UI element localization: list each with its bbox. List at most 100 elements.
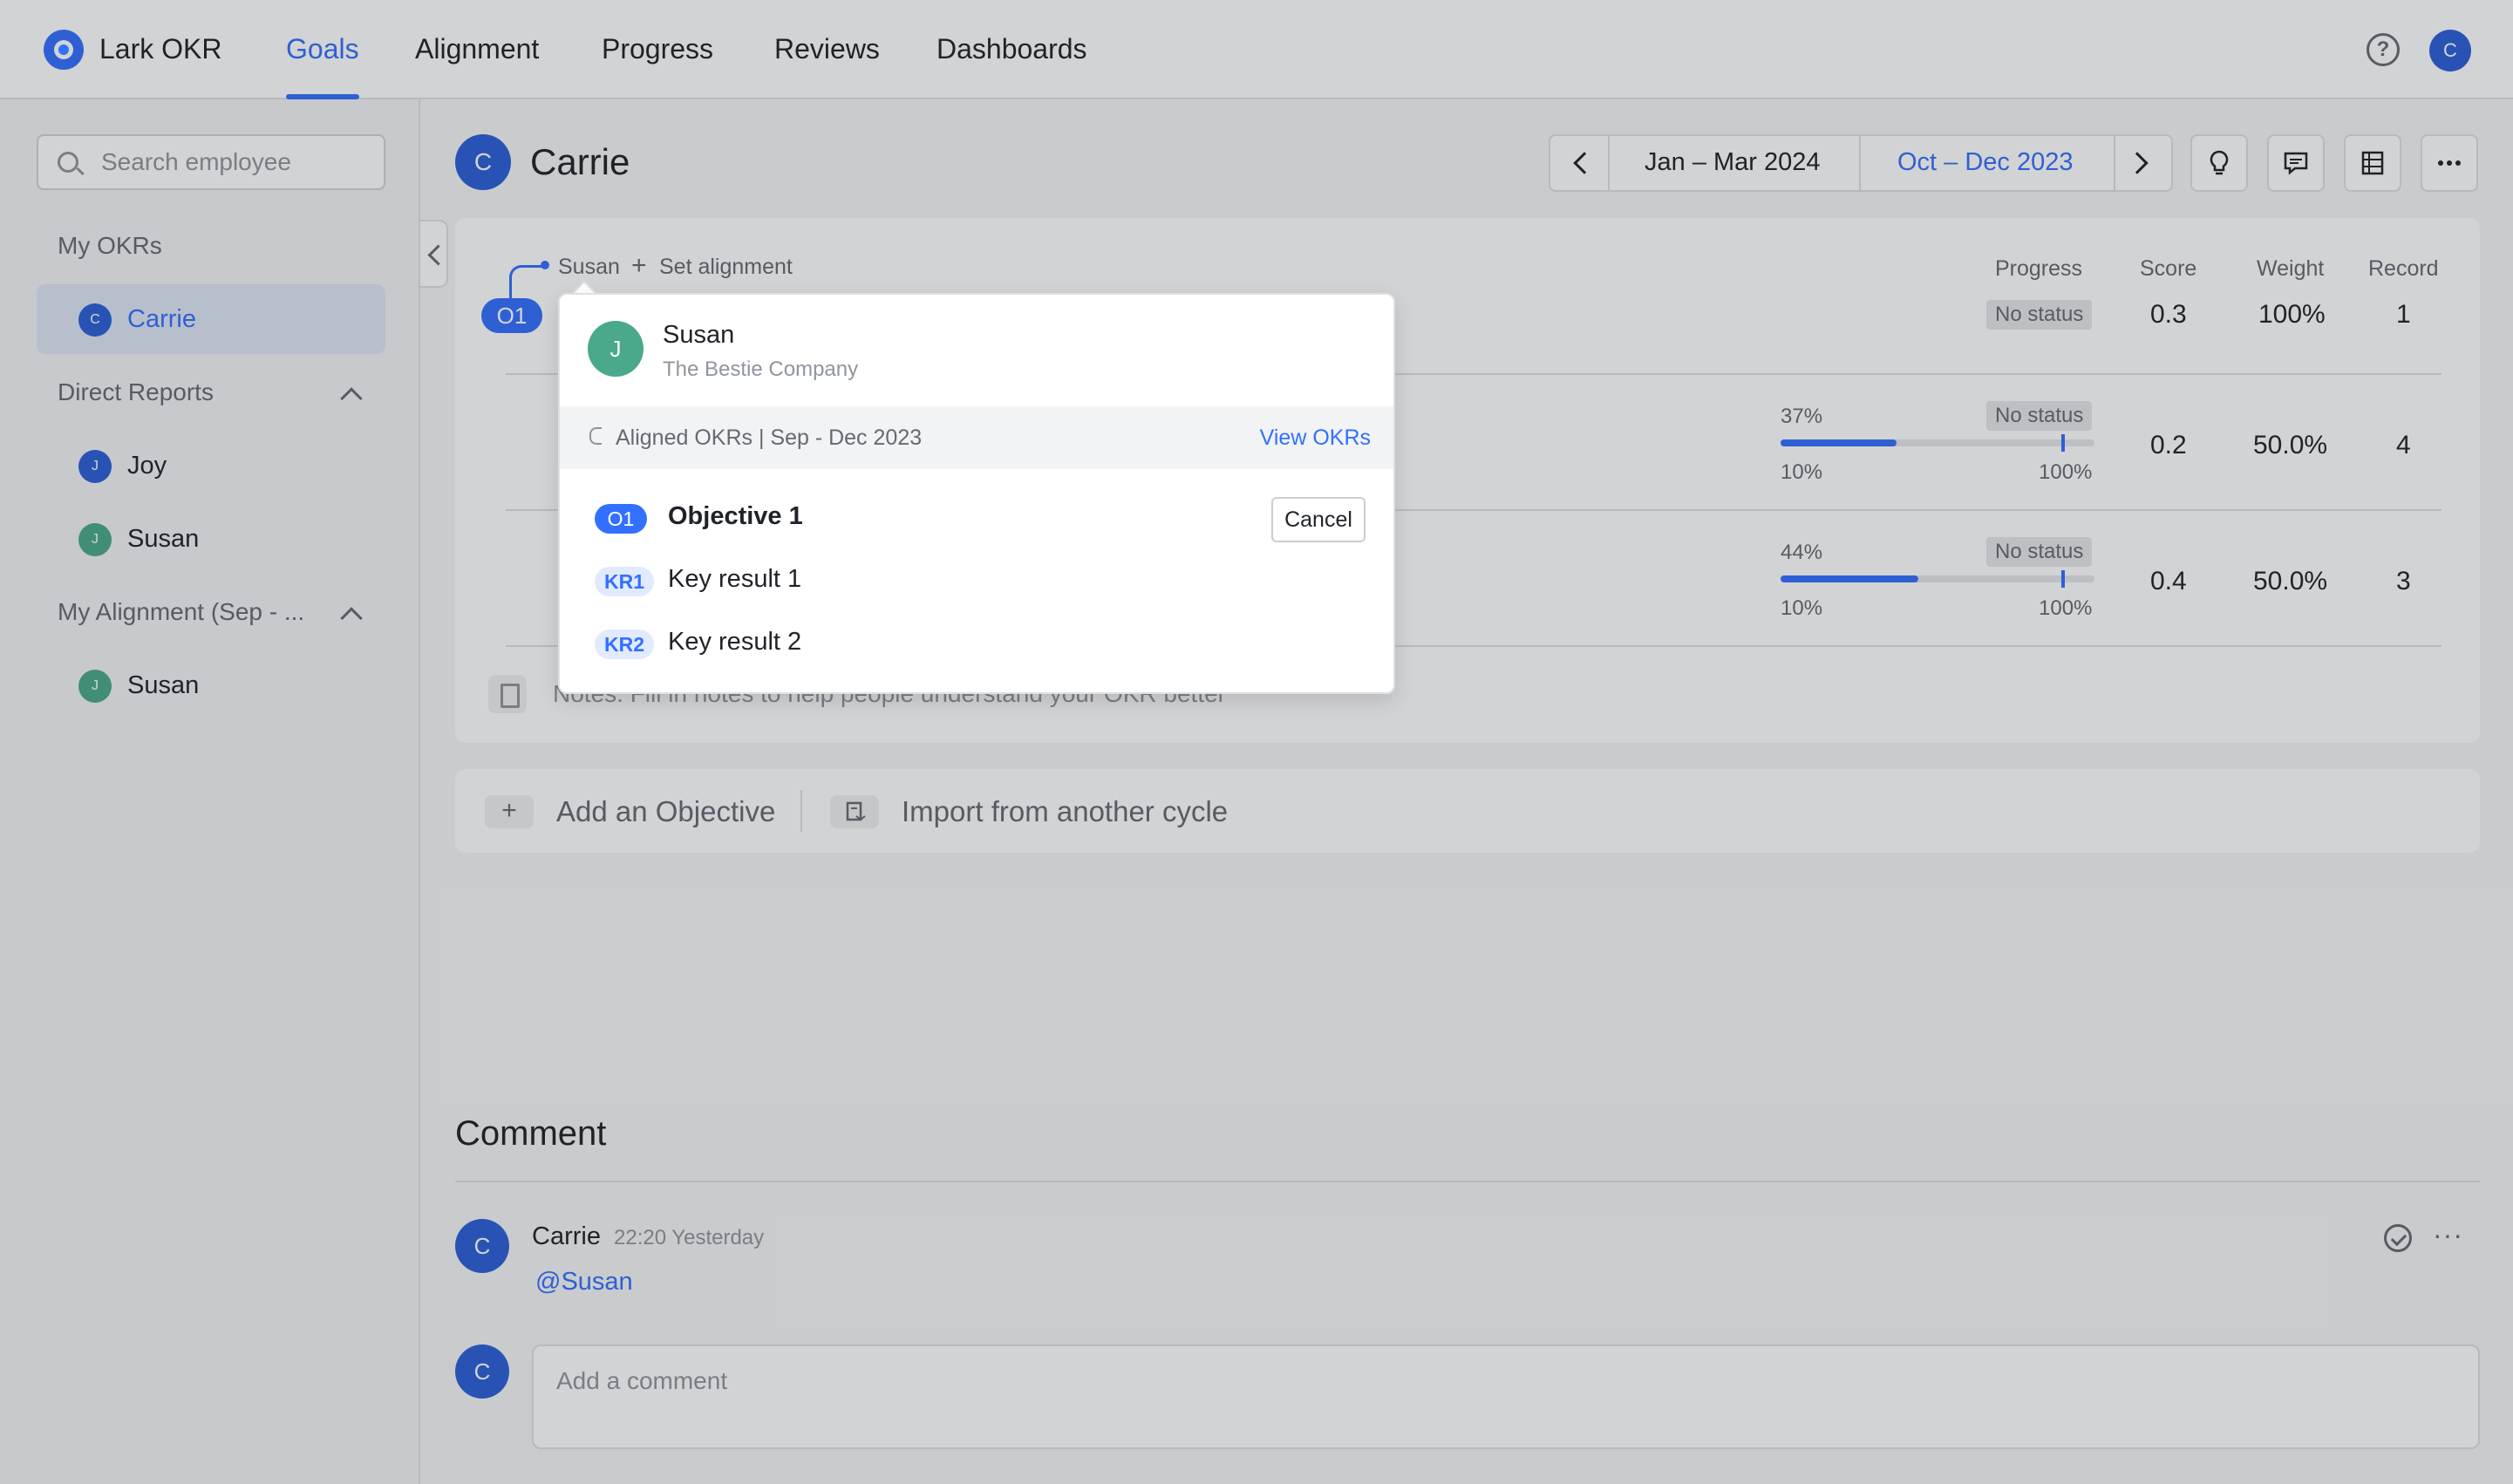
avatar: J [78,670,112,703]
avatar: C [455,1219,509,1273]
search-input[interactable] [99,145,378,180]
add-objective-button[interactable]: Add an Objective [556,795,775,828]
user-avatar[interactable]: C [2429,30,2471,71]
help-icon[interactable]: ? [2367,33,2400,66]
sidebar-item-susan[interactable]: J Susan [37,504,385,574]
progress-min: 10% [1781,596,1823,620]
column-score: Score [2140,256,2197,281]
period-selected[interactable]: Oct – Dec 2023 [1897,148,2074,177]
avatar: J [78,523,112,556]
page-title: Carrie [530,141,630,182]
sidebar-item-label: Carrie [127,305,196,333]
plus-icon: + [631,251,647,280]
lightbulb-button[interactable] [2190,134,2248,192]
record-value[interactable]: 1 [2396,300,2411,330]
my-okrs-heading: My OKRs [58,232,162,259]
status-badge[interactable]: No status [1986,401,2093,431]
alignment-popover: J Susan The Bestie Company Aligned OKRs … [558,293,1395,694]
objective-badge: O1 [595,504,647,534]
collapse-sidebar-button[interactable] [420,220,448,288]
popover-company: The Bestie Company [663,357,859,381]
key-result-badge: KR1 [595,567,654,596]
avatar: J [78,450,112,483]
sidebar-item-susan-alignment[interactable]: J Susan [37,650,385,720]
status-badge[interactable]: No status [1986,537,2093,567]
import-cycle-button[interactable]: Import from another cycle [902,795,1228,828]
sidebar-item-joy[interactable]: J Joy [37,431,385,500]
popover-key-result[interactable]: Key result 2 [668,628,801,657]
direct-reports-heading[interactable]: Direct Reports [58,378,214,406]
chat-icon [2284,152,2308,175]
comment-mention[interactable]: @Susan [535,1268,633,1297]
record-value[interactable]: 4 [2396,431,2411,460]
avatar: C [455,1344,509,1399]
align-icon [589,427,602,445]
table-icon [2361,151,2384,175]
search-icon [58,152,78,173]
alignment-connector [509,265,546,300]
tab-alignment[interactable]: Alignment [415,33,539,65]
comment-time: 22:20 Yesterday [614,1226,765,1249]
tab-reviews[interactable]: Reviews [774,33,880,65]
column-progress: Progress [1995,256,2083,281]
plus-icon: + [485,795,534,828]
record-value[interactable]: 3 [2396,567,2411,596]
progress-max: 100% [2039,460,2093,484]
weight-value: 50.0% [2253,431,2328,459]
avatar: J [588,321,644,377]
comment-input[interactable] [555,1365,2455,1426]
progress-min: 10% [1781,460,1823,484]
tab-dashboards[interactable]: Dashboards [936,33,1087,65]
comment-heading: Comment [455,1114,607,1153]
import-icon [830,795,879,828]
sidebar-item-label: Susan [127,671,200,699]
popover-objective[interactable]: Objective 1 [668,502,803,531]
top-navigation-bar: Lark OKR Goals Alignment Progress Review… [0,0,2513,99]
progress-bar [1781,570,2094,588]
comment-author: Carrie [532,1222,601,1250]
column-weight: Weight [2257,256,2325,281]
my-alignment-heading[interactable]: My Alignment (Sep - ... [58,598,304,626]
chevron-right-icon[interactable] [2126,152,2149,174]
search-employee-box[interactable] [37,134,385,190]
note-icon [488,675,527,713]
score-value: 0.4 [2150,567,2187,596]
popover-key-result[interactable]: Key result 1 [668,565,801,594]
comment-button[interactable] [2267,134,2325,192]
progress-max: 100% [2039,596,2093,620]
aligned-to-name[interactable]: Susan [558,255,620,280]
weight-value: 50.0% [2253,567,2328,596]
score-value: 0.2 [2150,431,2187,459]
lightbulb-icon [2210,150,2229,175]
tab-progress[interactable]: Progress [602,33,713,65]
check-circle-icon[interactable] [2384,1224,2412,1252]
table-view-button[interactable] [2344,134,2401,192]
cancel-button[interactable]: Cancel [1271,497,1365,542]
view-okrs-link[interactable]: View OKRs [1260,425,1371,451]
more-icon [2438,160,2461,166]
aligned-okrs-label: Aligned OKRs | Sep - Dec 2023 [616,425,923,450]
objective-badge: O1 [481,298,542,333]
popover-user-name: Susan [663,321,735,349]
progress-percent: 37% [1781,405,1823,428]
period-selector: Jan – Mar 2024 Oct – Dec 2023 [1549,134,2173,192]
more-icon[interactable]: ··· [2433,1219,2463,1251]
score-value: 0.3 [2150,300,2187,329]
tab-goals[interactable]: Goals [286,33,359,65]
weight-value: 100% [2258,300,2326,329]
status-badge[interactable]: No status [1986,300,2093,330]
logo-icon [44,30,84,70]
avatar: C [78,303,112,337]
column-record: Record [2368,256,2439,281]
chevron-left-icon[interactable] [1573,152,1596,174]
aligned-okrs-band: Aligned OKRs | Sep - Dec 2023 View OKRs [560,406,1393,469]
progress-bar [1781,434,2094,452]
comment-box[interactable] [532,1344,2480,1449]
set-alignment-link[interactable]: Set alignment [659,255,793,280]
sidebar-item-carrie[interactable]: C Carrie [37,284,385,354]
sidebar-item-label: Joy [127,452,167,480]
more-button[interactable] [2421,134,2478,192]
progress-percent: 44% [1781,541,1823,564]
period-current[interactable]: Jan – Mar 2024 [1645,148,1821,177]
key-result-badge: KR2 [595,630,654,659]
